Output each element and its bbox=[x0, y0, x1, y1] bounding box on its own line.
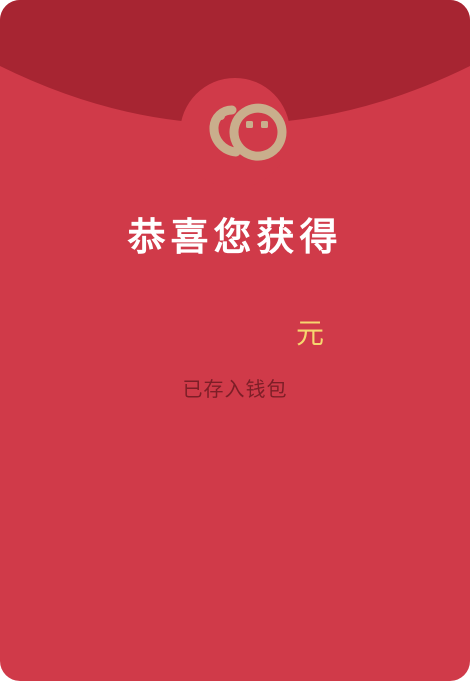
currency-unit: 元 bbox=[296, 317, 325, 350]
red-packet-card: 恭喜您获得 元 已存入钱包 bbox=[0, 0, 470, 681]
congratulations-title: 恭喜您获得 bbox=[127, 215, 343, 259]
amount-row: 元 bbox=[0, 312, 470, 358]
smiling-faces-logo-icon bbox=[180, 78, 290, 188]
deposit-status-text: 已存入钱包 bbox=[182, 377, 288, 401]
